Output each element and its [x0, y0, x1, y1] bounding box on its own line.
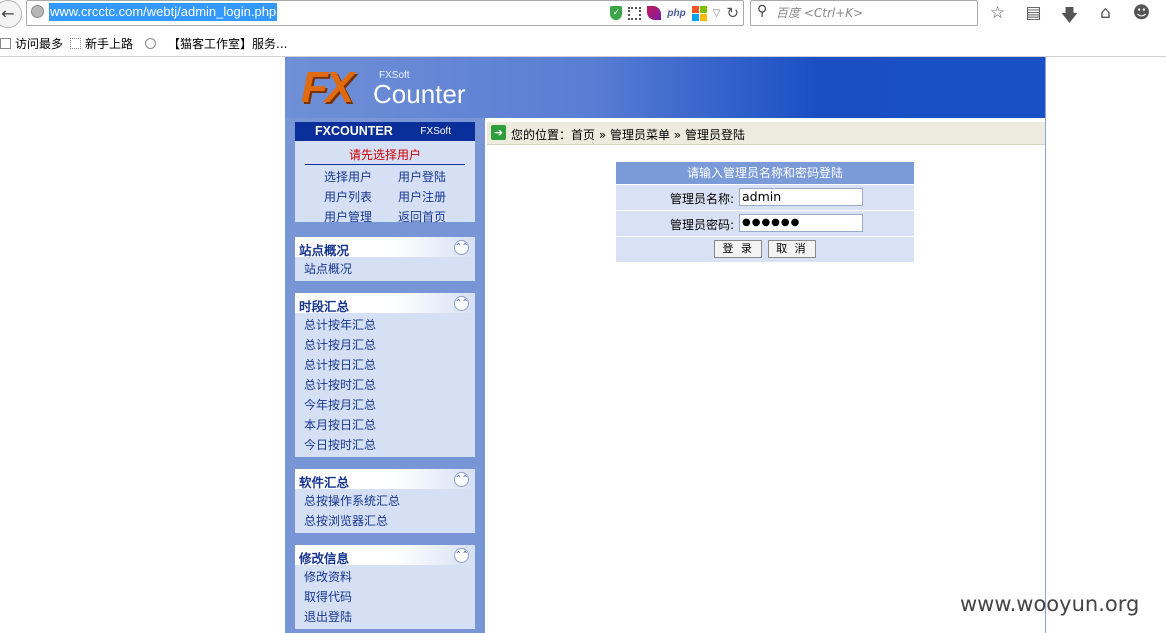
menu-item[interactable]: 总计按年汇总 — [295, 315, 475, 335]
password-input[interactable]: ●●●●●● — [739, 214, 863, 232]
group-title: 软件汇总 — [299, 475, 350, 490]
collapse-icon[interactable]: ⌃⌃ — [454, 472, 469, 487]
breadcrumb-bar: ➔ 您的位置：首页 » 管理员菜单 » 管理员登陆 — [487, 122, 1045, 145]
group-body: 总按操作系统汇总 总按浏览器汇总 — [295, 489, 475, 533]
qr-code-icon[interactable] — [628, 6, 642, 20]
cancel-button[interactable]: 取 消 — [767, 240, 816, 258]
arrow-right-icon: ➔ — [491, 125, 506, 140]
password-label: 管理员密码: — [669, 218, 734, 232]
menu-item[interactable]: 本月按日汇总 — [295, 415, 475, 435]
menu-item[interactable]: 总计按日汇总 — [295, 355, 475, 375]
username-label: 管理员名称: — [669, 192, 734, 206]
bookmarks-bar: 访问最多 新手上路 【猫客工作室】服务... — [0, 30, 1166, 57]
menu-item[interactable]: 今日按时汇总 — [295, 435, 475, 455]
link-user-login[interactable]: 用户登陆 — [385, 168, 459, 185]
php-icon[interactable]: php — [667, 8, 685, 19]
group-body: 修改资料 取得代码 退出登陆 — [295, 565, 475, 629]
nav-icons: ☆ ▤ 🡇 ⌂ ☻ — [988, 3, 1151, 32]
collapse-icon[interactable]: ⌃⌃ — [454, 296, 469, 311]
watermark: www.wooyun.org — [960, 592, 1140, 616]
password-row: 管理员密码: ●●●●●● — [616, 211, 914, 236]
login-form-title: 请输入管理员名称和密码登陆 — [616, 162, 914, 184]
shield-check-icon[interactable]: ✓ — [610, 6, 623, 20]
search-placeholder: 百度 <Ctrl+K> — [776, 6, 864, 20]
menu-item[interactable]: 退出登陆 — [295, 607, 475, 627]
link-user-manage[interactable]: 用户管理 — [311, 208, 385, 225]
feather-icon[interactable] — [647, 6, 662, 20]
collapse-icon[interactable]: ⌃⌃ — [454, 548, 469, 563]
group-header[interactable]: 修改信息 ⌃⌃ — [295, 545, 475, 566]
menu-item[interactable]: 站点概况 — [295, 259, 475, 279]
link-back-home[interactable]: 返回首页 — [385, 208, 459, 225]
page-icon — [70, 38, 81, 49]
reload-icon[interactable]: ↻ — [726, 4, 739, 22]
search-icon: ⚲ — [757, 3, 768, 19]
sidebar: FXCOUNTER FXSoft 请先选择用户 选择用户 用户登陆 用户列表 用… — [285, 118, 485, 633]
login-form: 请输入管理员名称和密码登陆 管理员名称: admin 管理员密码: ●●●●●●… — [616, 162, 914, 262]
dropdown-arrow-icon[interactable]: ▽ — [713, 8, 721, 19]
group-time-summary: 时段汇总 ⌃⌃ 总计按年汇总 总计按月汇总 总计按日汇总 总计按时汇总 今年按月… — [295, 293, 475, 457]
group-software-summary: 软件汇总 ⌃⌃ 总按操作系统汇总 总按浏览器汇总 — [295, 469, 475, 533]
group-site-overview: 站点概况 ⌃⌃ 站点概况 — [295, 237, 475, 281]
bookmark-getting-started[interactable]: 新手上路 — [70, 35, 133, 52]
login-button[interactable]: 登 录 — [714, 240, 763, 258]
web-page: FX FXSoft Counter FXCOUNTER FXSoft 请先选择用… — [285, 57, 1046, 633]
group-edit-info: 修改信息 ⌃⌃ 修改资料 取得代码 退出登陆 — [295, 545, 475, 629]
link-user-list[interactable]: 用户列表 — [311, 188, 385, 205]
logo-counter: Counter — [373, 79, 466, 109]
main-content: ➔ 您的位置：首页 » 管理员菜单 » 管理员登陆 请输入管理员名称和密码登陆 … — [485, 118, 1045, 633]
menu-item[interactable]: 总按浏览器汇总 — [295, 511, 475, 531]
user-box: FXCOUNTER FXSoft 请先选择用户 选择用户 用户登陆 用户列表 用… — [295, 122, 475, 225]
link-select-user[interactable]: 选择用户 — [311, 168, 385, 185]
bookmark-maoke-studio[interactable]: 【猫客工作室】服务... — [145, 35, 287, 52]
group-header[interactable]: 站点概况 ⌃⌃ — [295, 237, 475, 258]
url-text[interactable]: www.crcctc.com/webtj/admin_login.php — [49, 3, 278, 21]
group-header[interactable]: 时段汇总 ⌃⌃ — [295, 293, 475, 314]
back-arrow-icon[interactable]: ← — [0, 0, 22, 28]
windows-icon[interactable] — [691, 5, 707, 21]
menu-item[interactable]: 修改资料 — [295, 567, 475, 587]
user-box-header: FXCOUNTER FXSoft — [295, 122, 475, 141]
url-bar[interactable]: www.crcctc.com/webtj/admin_login.php ✓ p… — [26, 0, 744, 26]
collapse-icon[interactable]: ⌃⌃ — [454, 240, 469, 255]
menu-item[interactable]: 总计按时汇总 — [295, 375, 475, 395]
login-buttons: 登 录 取 消 — [616, 237, 914, 262]
username-row: 管理员名称: admin — [616, 185, 914, 210]
breadcrumb: 您的位置：首页 » 管理员菜单 » 管理员登陆 — [511, 128, 745, 142]
menu-item[interactable]: 总计按月汇总 — [295, 335, 475, 355]
home-icon[interactable]: ⌂ — [1096, 3, 1115, 32]
site-header: FX FXSoft Counter — [285, 57, 1045, 118]
globe-icon — [31, 5, 44, 18]
download-icon[interactable]: 🡇 — [1060, 3, 1079, 32]
bookmark-icon — [0, 38, 11, 49]
group-header[interactable]: 软件汇总 ⌃⌃ — [295, 469, 475, 490]
logo-fx: FX — [301, 63, 354, 112]
bookmark-most-visited[interactable]: 访问最多 — [0, 35, 63, 52]
reading-list-icon[interactable]: ▤ — [1024, 3, 1043, 32]
group-title: 站点概况 — [299, 243, 350, 258]
user-links: 选择用户 用户登陆 用户列表 用户注册 用户管理 返回首页 — [295, 165, 475, 225]
search-bar[interactable]: ⚲ 百度 <Ctrl+K> — [750, 0, 978, 26]
select-user-warning: 请先选择用户 — [348, 148, 421, 162]
star-icon[interactable]: ☆ — [988, 3, 1007, 32]
group-title: 修改信息 — [299, 551, 350, 566]
user-box-title: FXCOUNTER — [315, 124, 393, 138]
menu-item[interactable]: 总按操作系统汇总 — [295, 491, 475, 511]
browser-toolbar: ← www.crcctc.com/webtj/admin_login.php ✓… — [0, 0, 1166, 28]
link-user-register[interactable]: 用户注册 — [385, 188, 459, 205]
username-input[interactable]: admin — [739, 188, 863, 206]
group-title: 时段汇总 — [299, 299, 350, 314]
user-box-subtitle: FXSoft — [420, 126, 451, 137]
group-body: 总计按年汇总 总计按月汇总 总计按日汇总 总计按时汇总 今年按月汇总 本月按日汇… — [295, 313, 475, 457]
menu-item[interactable]: 今年按月汇总 — [295, 395, 475, 415]
menu-item[interactable]: 取得代码 — [295, 587, 475, 607]
group-body: 站点概况 — [295, 257, 475, 281]
url-bar-icons: ✓ php ▽ ↻ — [610, 4, 739, 22]
link-icon — [145, 38, 156, 49]
smiley-icon[interactable]: ☻ — [1132, 3, 1151, 32]
